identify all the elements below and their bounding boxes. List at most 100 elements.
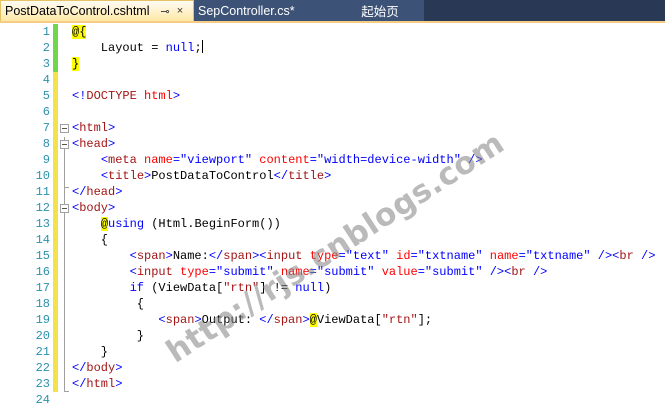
code-token: />: [532, 265, 548, 279]
code-line[interactable]: 18 {: [0, 296, 665, 312]
code-text: <html>: [72, 120, 115, 136]
collapse-icon[interactable]: [60, 124, 69, 133]
code-token: title: [108, 169, 145, 183]
code-token: ViewData[: [316, 313, 382, 327]
change-marker: [53, 328, 58, 344]
change-marker: [53, 280, 58, 296]
line-number: 5: [42, 89, 50, 103]
code-token: null: [165, 41, 195, 55]
code-token: (Html.BeginForm()): [144, 217, 281, 231]
change-marker: [53, 216, 58, 232]
code-token: ];: [417, 313, 433, 327]
code-line[interactable]: 9 <meta name="viewport" content="width=d…: [0, 152, 665, 168]
code-token: {: [72, 233, 109, 247]
line-number: 16: [35, 265, 50, 279]
close-icon[interactable]: ×: [173, 5, 187, 17]
code-line[interactable]: 19 <span>Output: </span>@ViewData["rtn"]…: [0, 312, 665, 328]
code-token: Name:: [172, 249, 209, 263]
line-number: 3: [42, 57, 50, 71]
code-token: ="txtname": [518, 249, 591, 263]
line-number: 14: [35, 233, 50, 247]
code-line[interactable]: 23 </html>: [0, 376, 665, 392]
code-token: name: [144, 153, 173, 167]
change-marker: [53, 296, 58, 312]
code-token: ): [324, 281, 332, 295]
razor-marker: @: [309, 313, 317, 327]
code-text: </body>: [72, 360, 122, 376]
document-tab-strip: PostDataToControl.cshtml ⊸ × SepControll…: [0, 0, 665, 23]
code-line[interactable]: 6: [0, 104, 665, 120]
code-text: <!DOCTYPE html>: [72, 88, 180, 104]
line-number: 8: [42, 137, 50, 151]
line-number: 22: [35, 361, 50, 375]
code-token: <: [158, 313, 166, 327]
code-text: Layout = null;: [72, 40, 203, 56]
code-line[interactable]: 10 <title>PostDataToControl</title>: [0, 168, 665, 184]
tab-postdatatocontrol[interactable]: PostDataToControl.cshtml ⊸ ×: [0, 0, 194, 21]
line-number: 18: [35, 297, 50, 311]
code-token: title: [288, 169, 325, 183]
line-number: 4: [42, 73, 50, 87]
code-line[interactable]: 17 if (ViewData["rtn"] != null): [0, 280, 665, 296]
code-token: /><: [597, 249, 620, 263]
code-token: html: [79, 121, 109, 135]
code-token: >: [302, 313, 310, 327]
code-token: }: [72, 329, 145, 343]
code-text: <title>PostDataToControl</title>: [72, 168, 331, 184]
code-token: name: [489, 249, 519, 263]
code-line[interactable]: 11 </head>: [0, 184, 665, 200]
code-line[interactable]: 20 }: [0, 328, 665, 344]
code-token: br: [619, 249, 634, 263]
code-token: head: [79, 137, 109, 151]
line-number: 13: [35, 217, 50, 231]
code-token: /><: [489, 265, 512, 279]
code-line[interactable]: 4: [0, 72, 665, 88]
code-line[interactable]: 7 <html>: [0, 120, 665, 136]
code-line[interactable]: 8 <head>: [0, 136, 665, 152]
tab-start-page[interactable]: 起始页: [338, 0, 424, 21]
code-token: span: [273, 313, 303, 327]
collapse-icon[interactable]: [60, 204, 69, 213]
code-token: using: [108, 217, 145, 231]
tab-sepcontroller[interactable]: SepController.cs*: [194, 0, 338, 21]
code-line[interactable]: 3}: [0, 56, 665, 72]
code-token: head: [86, 185, 116, 199]
code-line[interactable]: 5 <!DOCTYPE html>: [0, 88, 665, 104]
code-editor[interactable]: 1 @{2 Layout = null; 3} 4 5 <!DOCTYPE html> 6 7…: [0, 23, 665, 407]
code-text: <meta name="viewport" content="width=dev…: [72, 152, 483, 168]
code-line[interactable]: 22 </body>: [0, 360, 665, 376]
code-token: input: [136, 265, 173, 279]
line-number: 12: [35, 201, 50, 215]
code-line[interactable]: 12 <body>: [0, 200, 665, 216]
code-line[interactable]: 24: [0, 392, 665, 408]
change-marker: [53, 152, 58, 168]
code-line[interactable]: 2 Layout = null;: [0, 40, 665, 56]
code-token: </: [273, 169, 289, 183]
code-line[interactable]: 1 @{: [0, 24, 665, 40]
code-text: <body>: [72, 200, 115, 216]
change-marker: [53, 376, 58, 392]
code-token: PostDataToControl: [151, 169, 274, 183]
code-token: meta: [108, 153, 137, 167]
change-marker: [53, 120, 58, 136]
code-token: ><: [252, 249, 267, 263]
code-token: ="txtname": [410, 249, 483, 263]
tab-label: PostDataToControl.cshtml: [5, 4, 150, 18]
pin-icon[interactable]: ⊸: [157, 5, 173, 18]
code-line[interactable]: 21 }: [0, 344, 665, 360]
code-text: {: [72, 296, 144, 312]
line-number: 23: [35, 377, 50, 391]
code-text: @using (Html.BeginForm()): [72, 216, 281, 232]
collapse-icon[interactable]: [60, 140, 69, 149]
code-token: </: [72, 361, 87, 375]
code-token: </: [72, 185, 87, 199]
code-text: }: [72, 56, 80, 72]
change-marker: [53, 88, 58, 104]
change-marker: [53, 360, 58, 376]
